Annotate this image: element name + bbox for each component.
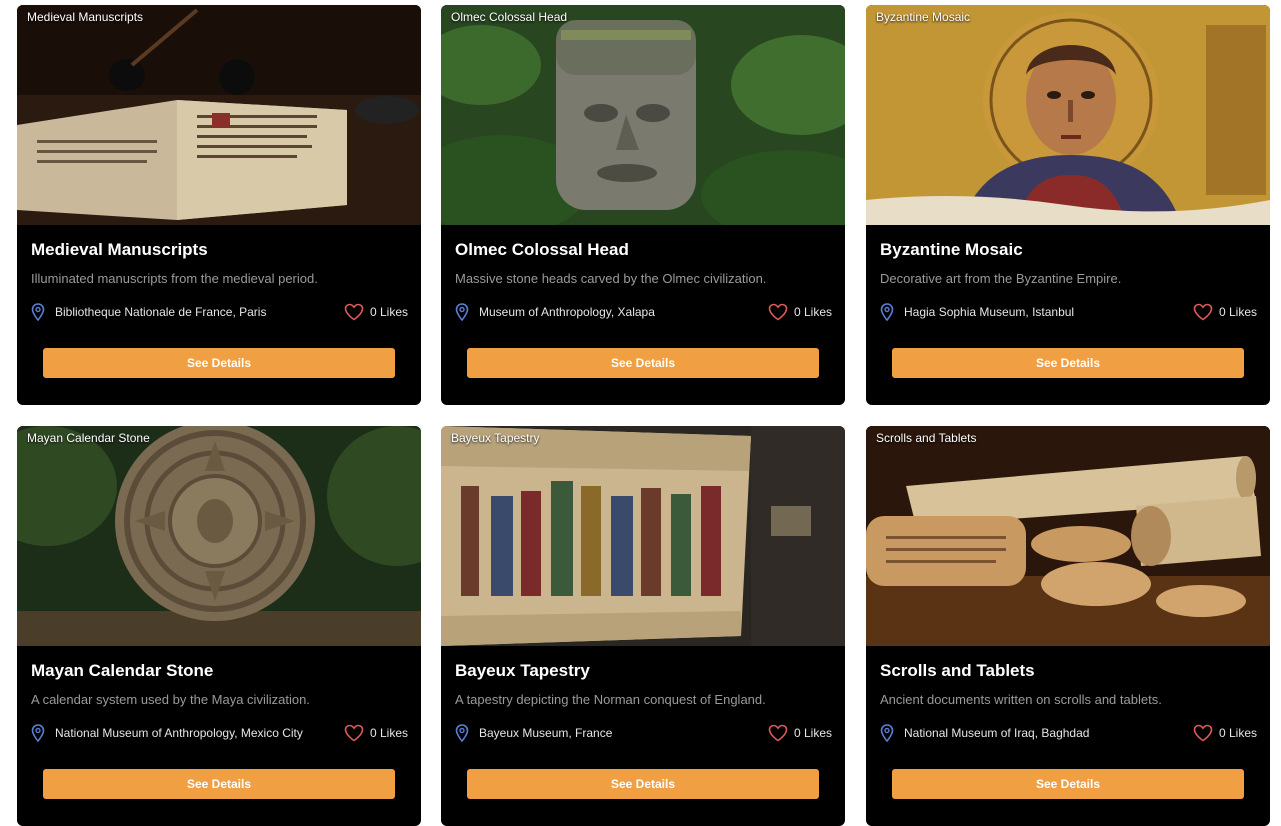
image-caption: Olmec Colossal Head	[451, 10, 568, 24]
location-text: Museum of Anthropology, Xalapa	[479, 305, 655, 319]
card-likes: 0 Likes	[1193, 303, 1257, 321]
card-title: Mayan Calendar Stone	[31, 661, 214, 680]
heart-icon[interactable]	[1193, 724, 1213, 742]
card-title: Bayeux Tapestry	[455, 661, 590, 680]
card-title: Medieval Manuscripts	[31, 240, 208, 259]
card-likes: 0 Likes	[768, 303, 832, 321]
likes-count: 0 Likes	[1218, 305, 1257, 319]
heart-icon[interactable]	[344, 724, 364, 742]
image-caption: Scrolls and Tablets	[876, 431, 977, 445]
map-pin-icon	[455, 724, 469, 742]
map-pin-icon	[880, 303, 894, 321]
card-location: Bayeux Museum, France	[455, 724, 612, 742]
see-details-button[interactable]: See Details	[892, 348, 1244, 378]
likes-count: 0 Likes	[369, 305, 408, 319]
map-pin-icon	[31, 303, 45, 321]
see-details-button[interactable]: See Details	[43, 769, 395, 799]
image-caption: Medieval Manuscripts	[27, 10, 144, 24]
see-details-button[interactable]: See Details	[43, 348, 395, 378]
artifact-grid: Medieval Manuscripts Medieval Manuscript…	[0, 0, 1281, 826]
location-text: Bayeux Museum, France	[479, 726, 613, 740]
heart-icon[interactable]	[768, 724, 788, 742]
artifact-card: Medieval Manuscripts Medieval Manuscript…	[17, 5, 421, 405]
artifact-image[interactable]: Olmec Colossal Head	[441, 5, 845, 225]
likes-count: 0 Likes	[369, 726, 408, 740]
card-location: Museum of Anthropology, Xalapa	[455, 303, 655, 321]
card-description: Massive stone heads carved by the Olmec …	[455, 271, 767, 286]
card-likes: 0 Likes	[344, 724, 408, 742]
artifact-card: Scrolls and Tablets Scrolls and Tablets …	[866, 426, 1270, 826]
card-description: A calendar system used by the Maya civil…	[31, 692, 310, 707]
location-text: National Museum of Iraq, Baghdad	[904, 726, 1090, 740]
location-text: National Museum of Anthropology, Mexico …	[55, 726, 303, 740]
card-location: Hagia Sophia Museum, Istanbul	[880, 303, 1074, 321]
card-likes: 0 Likes	[768, 724, 832, 742]
heart-icon[interactable]	[344, 303, 364, 321]
location-text: Bibliotheque Nationale de France, Paris	[55, 305, 267, 319]
card-title: Scrolls and Tablets	[880, 661, 1035, 680]
map-pin-icon	[31, 724, 45, 742]
heart-icon[interactable]	[1193, 303, 1213, 321]
artifact-image[interactable]: Medieval Manuscripts	[17, 5, 421, 225]
artifact-image[interactable]: Bayeux Tapestry	[441, 426, 845, 646]
artifact-card: Bayeux Tapestry Bayeux Tapestry A tapest…	[441, 426, 845, 826]
see-details-button[interactable]: See Details	[467, 348, 819, 378]
card-location: National Museum of Iraq, Baghdad	[880, 724, 1089, 742]
card-location: Bibliotheque Nationale de France, Paris	[31, 303, 266, 321]
likes-count: 0 Likes	[793, 305, 832, 319]
map-pin-icon	[880, 724, 894, 742]
artifact-card: Mayan Calendar Stone Mayan Calendar Ston…	[17, 426, 421, 826]
artifact-image[interactable]: Scrolls and Tablets	[866, 426, 1270, 646]
card-description: A tapestry depicting the Norman conquest…	[455, 692, 766, 707]
likes-count: 0 Likes	[793, 726, 832, 740]
image-caption: Mayan Calendar Stone	[27, 431, 150, 445]
heart-icon[interactable]	[768, 303, 788, 321]
see-details-button[interactable]: See Details	[467, 769, 819, 799]
location-text: Hagia Sophia Museum, Istanbul	[904, 305, 1075, 319]
artifact-image[interactable]: Byzantine Mosaic	[866, 5, 1270, 225]
image-caption: Byzantine Mosaic	[876, 10, 971, 24]
card-description: Decorative art from the Byzantine Empire…	[880, 271, 1122, 286]
card-description: Illuminated manuscripts from the medieva…	[31, 271, 318, 286]
card-likes: 0 Likes	[344, 303, 408, 321]
card-description: Ancient documents written on scrolls and…	[880, 692, 1162, 707]
artifact-image[interactable]: Mayan Calendar Stone	[17, 426, 421, 646]
map-pin-icon	[455, 303, 469, 321]
card-likes: 0 Likes	[1193, 724, 1257, 742]
card-location: National Museum of Anthropology, Mexico …	[31, 724, 303, 742]
see-details-button[interactable]: See Details	[892, 769, 1244, 799]
likes-count: 0 Likes	[1218, 726, 1257, 740]
image-caption: Bayeux Tapestry	[451, 431, 540, 445]
card-title: Olmec Colossal Head	[455, 240, 629, 259]
card-title: Byzantine Mosaic	[880, 240, 1023, 259]
artifact-card: Olmec Colossal Head Olmec Colossal Head …	[441, 5, 845, 405]
artifact-card: Byzantine Mosaic Byzantine Mosaic Decora…	[866, 5, 1270, 405]
